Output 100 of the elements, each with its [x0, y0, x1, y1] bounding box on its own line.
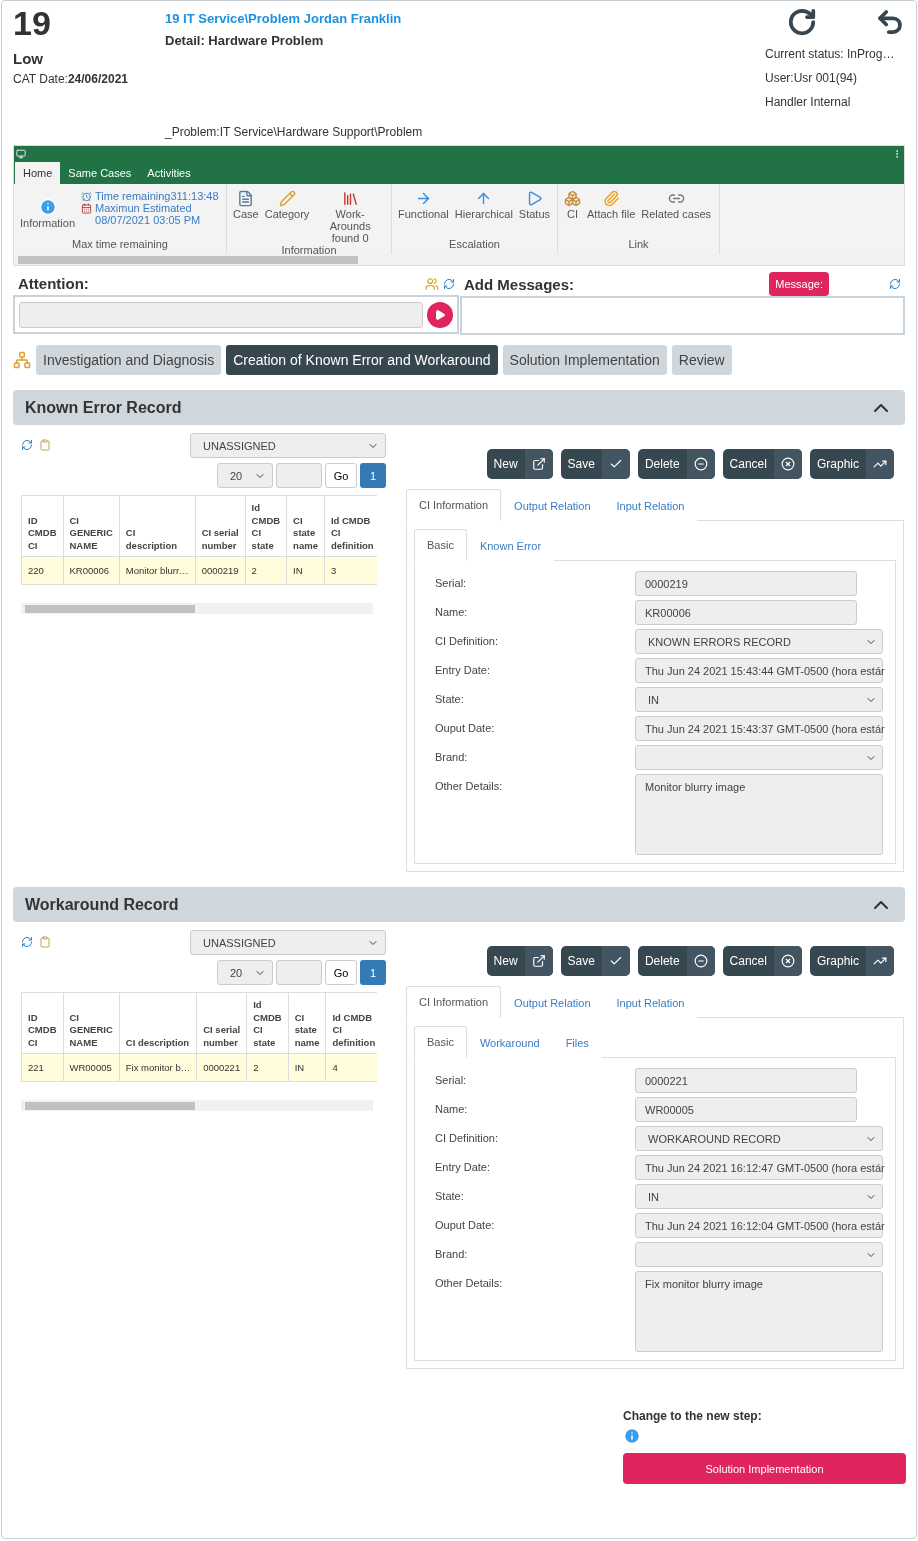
text-field[interactable]: 0000219 — [635, 571, 857, 596]
check-icon — [608, 954, 623, 968]
ribbon-tab[interactable]: Home — [15, 162, 61, 184]
section-header[interactable]: Workaround Record — [13, 887, 905, 922]
ribbon-button[interactable]: Hierarchical — [454, 190, 513, 238]
message-input[interactable] — [460, 296, 905, 335]
text-field[interactable]: Thu Jun 24 2021 15:43:37 GMT-0500 (hora estár — [635, 716, 883, 741]
refresh-icon[interactable] — [889, 278, 901, 290]
action-button[interactable]: Graphic — [809, 946, 894, 976]
attention-label: Attention: — [17, 274, 90, 294]
step-tab[interactable]: Investigation and Diagnosis — [36, 345, 222, 375]
case-title: 19 IT Service\Problem Jordan Franklin — [165, 11, 403, 26]
tab[interactable]: CI Information — [406, 489, 502, 521]
text-area[interactable]: Monitor blurry image — [635, 774, 883, 855]
step-tab[interactable]: Solution Implementation — [502, 345, 667, 375]
action-button[interactable]: Save — [560, 946, 630, 976]
text-field[interactable]: KR00006 — [635, 600, 857, 625]
go-button[interactable]: Go — [325, 960, 357, 985]
messages-label: Add Messages: — [463, 274, 576, 295]
action-button[interactable]: Save — [560, 449, 630, 479]
section-header[interactable]: Known Error Record — [13, 390, 905, 425]
ribbon-button[interactable]: Related cases — [641, 190, 712, 238]
select-field[interactable]: IN — [635, 687, 883, 712]
page-size-select[interactable]: 20 — [217, 960, 273, 985]
page-size-select[interactable]: 20 — [217, 463, 273, 488]
books-icon — [341, 190, 359, 207]
field-label: State: — [435, 692, 465, 707]
message-badge[interactable]: Message: — [769, 272, 829, 296]
info-icon — [623, 1427, 641, 1445]
clipboard-icon[interactable] — [39, 936, 51, 948]
information-button[interactable]: Information — [20, 198, 76, 238]
ribbon-tab[interactable]: Activities — [139, 162, 199, 184]
ribbon-tab[interactable]: Same Cases — [60, 162, 140, 184]
text-field[interactable]: WR00005 — [635, 1097, 857, 1122]
action-button[interactable]: Cancel — [722, 449, 802, 479]
page-input[interactable] — [276, 960, 322, 985]
step-tab[interactable]: Review — [671, 345, 732, 375]
select-field[interactable]: KNOWN ERRORS RECORD — [635, 629, 883, 654]
clipboard-icon[interactable] — [39, 439, 51, 451]
group-label: Link — [627, 238, 650, 250]
ribbon-button[interactable]: Case — [233, 190, 259, 244]
step-tab[interactable]: Creation of Known Error and Workaround — [226, 345, 498, 375]
refresh-icon[interactable] — [21, 936, 33, 948]
select-field[interactable] — [635, 745, 883, 770]
action-button[interactable]: New — [486, 946, 553, 976]
action-button[interactable]: Delete — [637, 946, 715, 976]
users-icon[interactable] — [425, 276, 439, 291]
text-field[interactable]: Thu Jun 24 2021 15:43:44 GMT-0500 (hora estár — [635, 658, 883, 683]
send-button[interactable] — [427, 301, 453, 328]
column-header: CI serial number — [195, 495, 246, 557]
go-button[interactable]: Go — [325, 463, 357, 488]
text-area[interactable]: Fix monitor blurry image — [635, 1271, 883, 1352]
new-step-label: Change to the new step: — [623, 1409, 762, 1423]
estimated-date: 08/07/2021 03:05 PM — [94, 214, 202, 226]
text-field[interactable]: Thu Jun 24 2021 16:12:04 GMT-0500 (hora estár — [635, 1213, 883, 1238]
alarm-clock-icon — [81, 190, 93, 202]
attention-input[interactable] — [19, 301, 423, 328]
field-label: State: — [435, 1189, 465, 1204]
ribbon-button[interactable]: Status — [518, 190, 551, 238]
assignee-select[interactable]: UNASSIGNED — [190, 930, 386, 955]
check-icon — [608, 457, 623, 471]
info-icon — [38, 198, 57, 216]
action-button[interactable]: Delete — [637, 449, 715, 479]
column-header: CI description — [119, 992, 197, 1054]
boxes-icon — [564, 190, 581, 207]
ribbon-button[interactable]: Attach file — [587, 190, 636, 238]
select-field[interactable]: WORKAROUND RECORD — [635, 1126, 883, 1151]
ribbon-button[interactable]: Category — [264, 190, 310, 244]
column-header: ID CMDB CI — [21, 495, 63, 557]
column-header: Id CMDB CI state — [246, 992, 289, 1054]
scrollbar[interactable] — [21, 1100, 373, 1111]
refresh-icon[interactable] — [21, 439, 33, 451]
text-field[interactable]: Thu Jun 24 2021 16:12:47 GMT-0500 (hora estár — [635, 1155, 883, 1180]
back-icon[interactable] — [875, 7, 905, 37]
select-field[interactable]: IN — [635, 1184, 883, 1209]
field-label: Ouput Date: — [435, 721, 496, 736]
field-label: Brand: — [435, 1247, 469, 1262]
ribbon-button[interactable]: Functional — [398, 190, 449, 238]
action-button[interactable]: New — [486, 449, 553, 479]
refresh-icon[interactable] — [787, 7, 817, 37]
ribbon-button[interactable]: Work-Arounds found 0 — [315, 190, 385, 244]
action-button[interactable]: Graphic — [809, 449, 894, 479]
text-field[interactable]: 0000221 — [635, 1068, 857, 1093]
select-field[interactable] — [635, 1242, 883, 1267]
page-button[interactable]: 1 — [360, 463, 386, 488]
next-step-button[interactable]: Solution Implementation — [623, 1453, 906, 1484]
refresh-icon[interactable] — [443, 277, 455, 290]
page-button[interactable]: 1 — [360, 960, 386, 985]
action-button[interactable]: Cancel — [722, 946, 802, 976]
tab[interactable]: Basic — [414, 1026, 467, 1058]
handler-text: Handler Internal — [765, 95, 852, 109]
scrollbar[interactable] — [21, 603, 373, 614]
scrollbar[interactable] — [14, 254, 904, 265]
column-header: Id CMDB CI state — [245, 495, 287, 557]
assignee-select[interactable]: UNASSIGNED — [190, 433, 386, 458]
page-input[interactable] — [276, 463, 322, 488]
ribbon-button[interactable]: CI — [564, 190, 581, 238]
tab[interactable]: Basic — [414, 529, 467, 561]
tab[interactable]: CI Information — [406, 986, 502, 1018]
column-header: CI GENERIC NAME — [63, 992, 120, 1054]
